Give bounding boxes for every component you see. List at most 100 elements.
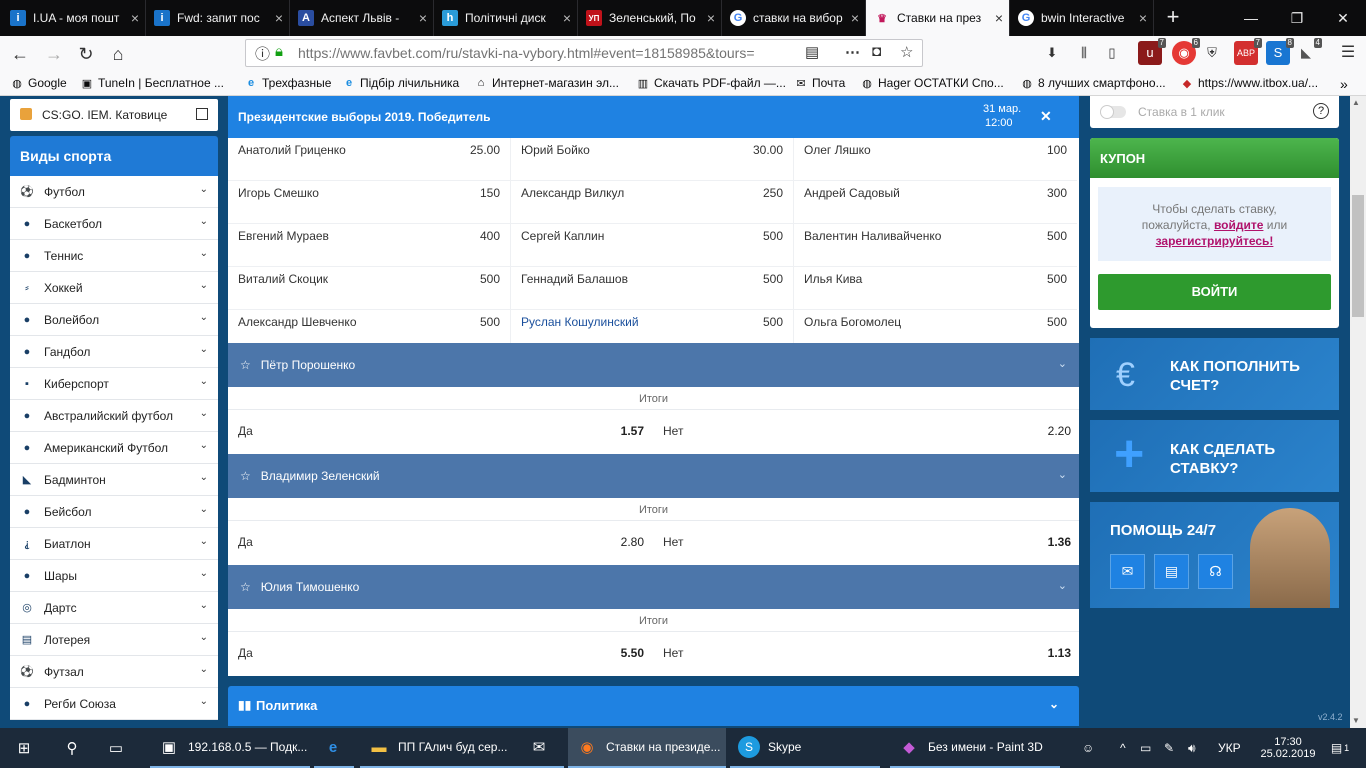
politics-header[interactable]: ▮▮ Политика ⌄ xyxy=(228,686,1079,726)
sidebar-sport-13[interactable]: ◎ Дартс ⌄ xyxy=(10,592,218,624)
login-button[interactable]: ВОЙТИ xyxy=(1098,274,1331,310)
taskbar-item-0[interactable]: ▣ 192.168.0.5 — Подк... xyxy=(150,728,310,768)
sidebar-sport-10[interactable]: ● Бейсбол ⌄ xyxy=(10,496,218,528)
close-icon[interactable]: ✕ xyxy=(1040,108,1052,125)
download-icon[interactable]: ⬇ xyxy=(1040,41,1064,65)
checkbox[interactable] xyxy=(196,108,208,120)
no-label[interactable]: Нет xyxy=(663,535,683,549)
star-icon[interactable]: ☆ xyxy=(240,358,251,372)
sidebar-sport-11[interactable]: ⸘ Биатлон ⌄ xyxy=(10,528,218,560)
adblock-icon[interactable]: ABP 7 xyxy=(1234,38,1262,65)
sidebar-sport-14[interactable]: ▤ Лотерея ⌄ xyxy=(10,624,218,656)
taskbar-item-5[interactable]: S Skype xyxy=(730,728,880,768)
sidebar-sport-8[interactable]: ● Американский Футбол ⌄ xyxy=(10,432,218,464)
taskbar-item-4[interactable]: ◉ Ставки на президе... xyxy=(568,728,726,768)
odds-cell[interactable]: Анатолий Гриценко 25.00 xyxy=(228,138,511,181)
close-tab-icon[interactable]: × xyxy=(845,10,865,26)
sidebar-sport-3[interactable]: ⸗ Хоккей ⌄ xyxy=(10,272,218,304)
no-odd[interactable]: 1.13 xyxy=(1048,646,1071,660)
one-click-toggle[interactable] xyxy=(1100,105,1126,119)
odds-cell[interactable]: Юрий Бойко 30.00 xyxy=(511,138,794,181)
tab-4[interactable]: УП Зеленський, По × xyxy=(578,0,722,36)
sidebar-sport-4[interactable]: ● Волейбол ⌄ xyxy=(10,304,218,336)
sidebar-sport-2[interactable]: ● Теннис ⌄ xyxy=(10,240,218,272)
no-label[interactable]: Нет xyxy=(663,424,683,438)
star-icon[interactable]: ☆ xyxy=(240,580,251,594)
tab-6[interactable]: ♛ Ставки на през × xyxy=(866,0,1010,36)
bookmark-8[interactable]: ◍ 8 лучших смартфоно... xyxy=(1020,76,1165,90)
help-icon[interactable]: ? xyxy=(1313,103,1329,119)
sidebar-sport-15[interactable]: ⚽ Футзал ⌄ xyxy=(10,656,218,688)
bookmark-0[interactable]: ◍ Google xyxy=(10,76,67,90)
sidebar-item-csgo[interactable]: CS:GO. IEM. Катовице xyxy=(10,99,218,131)
no-odd[interactable]: 1.36 xyxy=(1048,535,1071,549)
candidate-header[interactable]: ☆ Пётр Порошенко ⌄ xyxy=(228,343,1079,387)
register-link[interactable]: зарегистрируйтесь! xyxy=(1156,234,1274,248)
odds-cell[interactable]: Геннадий Балашов 500 xyxy=(511,267,794,310)
ublock-icon[interactable]: u7 xyxy=(1138,38,1166,65)
tab-2[interactable]: A Аспект Львів - × xyxy=(290,0,434,36)
scroll-down-icon[interactable]: ▼ xyxy=(1352,716,1360,725)
promo-deposit[interactable]: € КАК ПОПОЛНИТЬ СЧЕТ? xyxy=(1090,338,1339,410)
scrollbar-thumb[interactable] xyxy=(1352,195,1364,317)
clock[interactable]: 17:30 25.02.2019 xyxy=(1260,728,1316,768)
sidebar-sport-1[interactable]: ● Баскетбол ⌄ xyxy=(10,208,218,240)
chat-icon[interactable]: ▤ xyxy=(1154,554,1189,589)
forward-button[interactable]: → xyxy=(40,40,68,68)
bookmark-1[interactable]: ▣ TuneIn | Бесплатное ... xyxy=(80,76,224,90)
library-icon[interactable]: ⫼ xyxy=(1072,41,1096,65)
bookmark-7[interactable]: ◍ Hager ОСТАТКИ Спо... xyxy=(860,76,1004,90)
sidebar-sport-0[interactable]: ⚽ Футбол ⌄ xyxy=(10,176,218,208)
yes-odd[interactable]: 2.80 xyxy=(621,535,644,549)
login-link[interactable]: войдите xyxy=(1214,218,1263,232)
minimize-button[interactable]: — xyxy=(1228,0,1274,36)
bookmark-9[interactable]: ◆ https://www.itbox.ua/... xyxy=(1180,76,1318,90)
scroll-up-icon[interactable]: ▲ xyxy=(1352,98,1360,107)
candidate-header[interactable]: ☆ Юлия Тимошенко ⌄ xyxy=(228,565,1079,609)
odds-cell[interactable]: Сергей Каплин 500 xyxy=(511,224,794,267)
sidebar-sport-16[interactable]: ● Регби Союза ⌄ xyxy=(10,688,218,720)
odds-cell[interactable]: Илья Кива 500 xyxy=(794,267,1077,310)
sidebar-sport-5[interactable]: ● Гандбол ⌄ xyxy=(10,336,218,368)
tab-7[interactable]: Gbwin Interactive × xyxy=(1010,0,1154,36)
bookmark-3[interactable]: e Підбір лічильника xyxy=(342,76,459,90)
scrollbar[interactable] xyxy=(1350,96,1366,728)
odds-cell[interactable]: Евгений Мураев 400 xyxy=(228,224,511,267)
odds-cell[interactable]: Андрей Садовый 300 xyxy=(794,181,1077,224)
more-bookmarks-icon[interactable]: » xyxy=(1340,76,1348,92)
close-tab-icon[interactable]: × xyxy=(557,10,577,26)
info-icon[interactable]: ⓘ xyxy=(255,43,270,64)
promo-howto-bet[interactable]: + КАК СДЕЛАТЬ СТАВКУ? xyxy=(1090,420,1339,492)
yes-label[interactable]: Да xyxy=(238,646,253,660)
people-icon[interactable]: ☺ xyxy=(1082,728,1102,768)
tab-1[interactable]: i Fwd: запит пос × xyxy=(146,0,290,36)
one-click-bet[interactable]: Ставка в 1 клик ? xyxy=(1090,96,1339,128)
bookmark-star-icon[interactable]: ☆ xyxy=(900,43,913,61)
new-tab-button[interactable]: + xyxy=(1158,0,1188,36)
no-odd[interactable]: 2.20 xyxy=(1048,424,1071,438)
extension-icon[interactable]: ◉ 6 xyxy=(1172,38,1200,65)
headset-icon[interactable]: ☊ xyxy=(1198,554,1233,589)
bookmark-5[interactable]: ▥ Скачать PDF-файл —... xyxy=(636,76,786,90)
close-window-button[interactable]: ✕ xyxy=(1320,0,1366,36)
close-tab-icon[interactable]: × xyxy=(701,10,721,26)
volume-icon[interactable]: 🔊︎ xyxy=(1188,728,1208,768)
yes-odd[interactable]: 5.50 xyxy=(621,646,644,660)
bookmark-2[interactable]: e Трехфазные xyxy=(244,76,332,90)
mail-icon[interactable]: ✉ xyxy=(1110,554,1145,589)
notification-center[interactable]: ▤ 1 xyxy=(1322,728,1358,768)
odds-cell[interactable]: Валентин Наливайченко 500 xyxy=(794,224,1077,267)
sidebar-sport-9[interactable]: ◣ Бадминтон ⌄ xyxy=(10,464,218,496)
search-button[interactable]: ⚲ xyxy=(52,728,92,768)
taskbar-item-3[interactable]: ✉ xyxy=(520,728,564,768)
candidate-header[interactable]: ☆ Владимир Зеленский ⌄ xyxy=(228,454,1079,498)
odds-cell[interactable]: Александр Вилкул 250 xyxy=(511,181,794,224)
close-tab-icon[interactable]: × xyxy=(269,10,289,26)
yes-label[interactable]: Да xyxy=(238,535,253,549)
back-button[interactable]: ← xyxy=(6,40,34,68)
close-tab-icon[interactable]: × xyxy=(1133,10,1153,26)
language-indicator[interactable]: УКР xyxy=(1218,728,1248,768)
restore-button[interactable]: ❐ xyxy=(1274,0,1320,36)
network-icon[interactable]: ▭ xyxy=(1140,728,1156,768)
bookmark-6[interactable]: ✉ Почта xyxy=(794,76,845,90)
